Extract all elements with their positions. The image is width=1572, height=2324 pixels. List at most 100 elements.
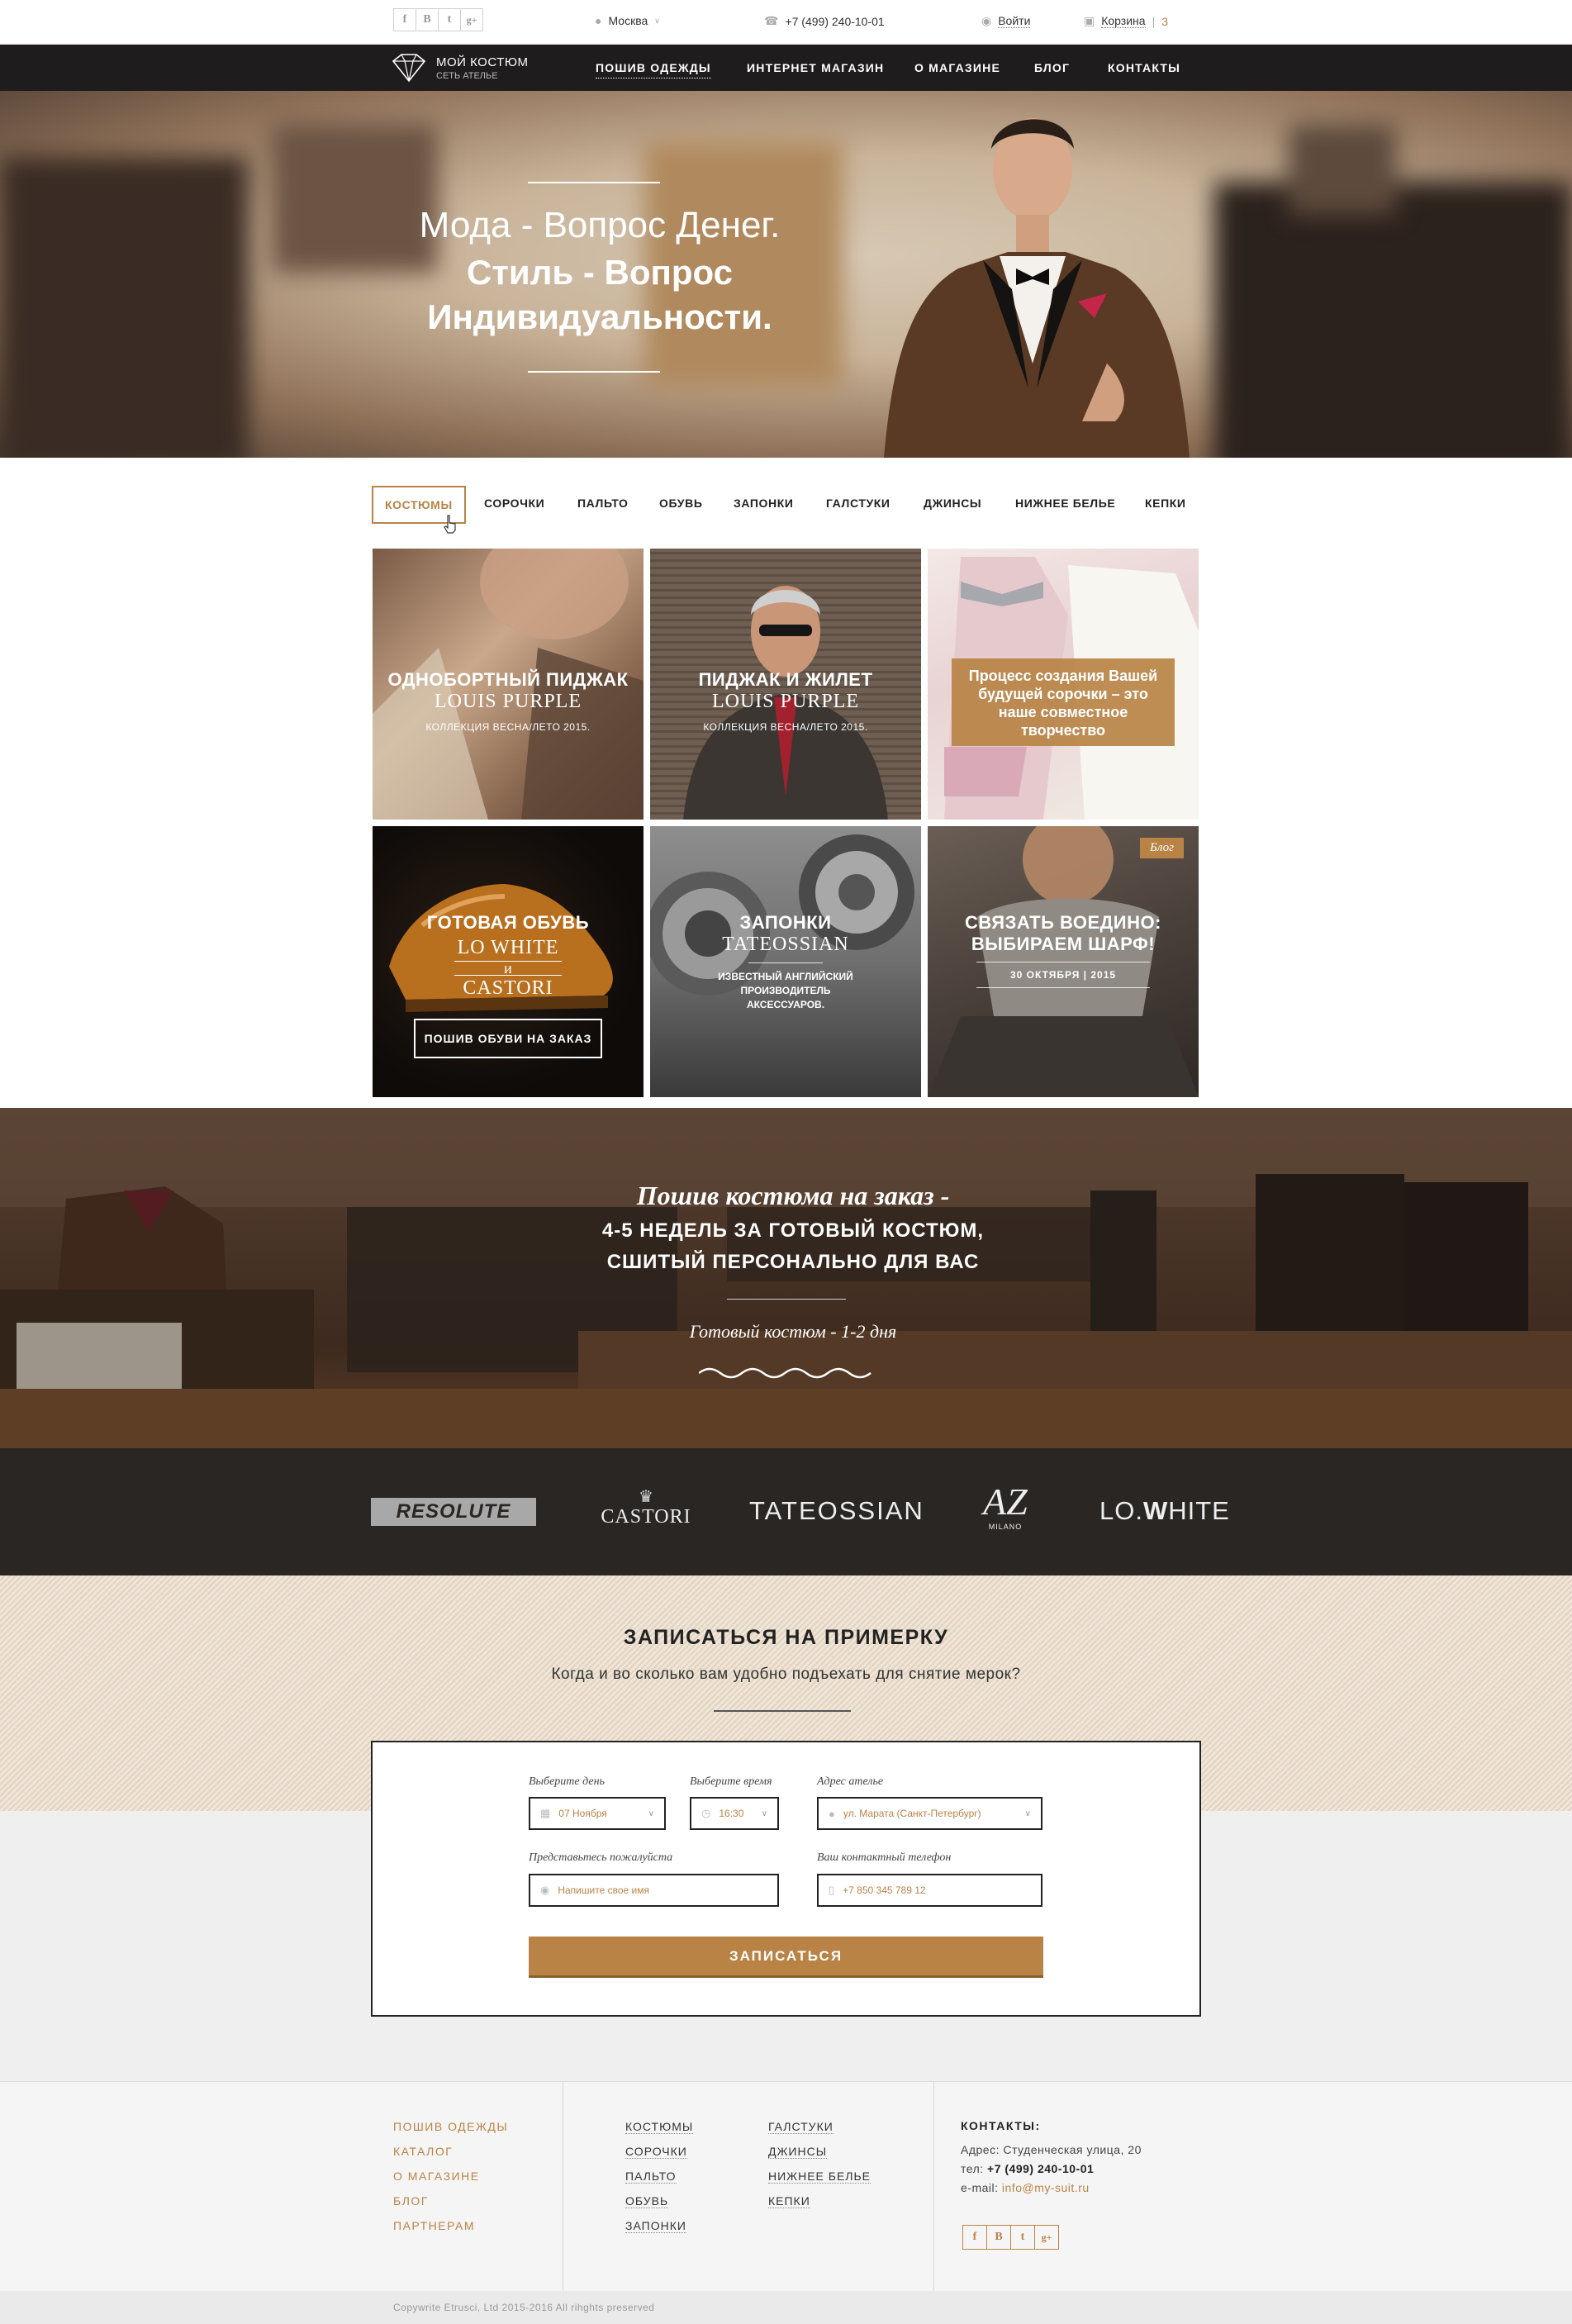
tab-cufflinks[interactable]: ЗАПОНКИ (734, 497, 794, 510)
tab-underwear[interactable]: НИЖНЕЕ БЕЛЬЕ (1015, 497, 1115, 510)
footer-link-coats-label: ПАЛЬТО (625, 2170, 677, 2184)
tile1-brand: LOUIS PURPLE (434, 691, 582, 712)
nav-item-tailoring[interactable]: ПОШИВ ОДЕЖДЫ (596, 61, 711, 78)
footer-link-catalog[interactable]: КАТАЛОГ (393, 2145, 453, 2158)
login-label: Войти (998, 14, 1031, 28)
footer-link-tailoring[interactable]: ПОШИВ ОДЕЖДЫ (393, 2120, 508, 2133)
tile-ready-shoes[interactable]: ГОТОВАЯ ОБУВЬ LO WHITE и CASTORI ПОШИВ О… (373, 826, 644, 1097)
tile3-orange-box: Процесс создания Вашей будущей сорочки –… (952, 658, 1175, 746)
footer-link-blog[interactable]: БЛОГ (393, 2194, 429, 2208)
brand-lowhite-logo[interactable]: LO.WHITE (1099, 1496, 1230, 1526)
custom-shoes-button[interactable]: ПОШИВ ОБУВИ НА ЗАКАЗ (414, 1019, 602, 1058)
showroom-line-3: СШИТЫЙ ПЕРСОНАЛЬНО ДЛЯ ВАС (606, 1251, 980, 1273)
tile5-brand: TATEOSSIAN (722, 934, 849, 955)
showroom-line-2: 4-5 НЕДЕЛЬ ЗА ГОТОВЫЙ КОСТЮМ, (601, 1219, 985, 1242)
showroom-banner: Пошив костюма на заказ - 4-5 НЕДЕЛЬ ЗА Г… (0, 1108, 1572, 1448)
showroom-line-4: Готовый костюм - 1-2 дня (689, 1321, 897, 1342)
tab-coats[interactable]: ПАЛЬТО (577, 497, 629, 510)
facebook-icon[interactable]: f (393, 8, 416, 31)
footer-link-ties[interactable]: ГАЛСТУКИ (768, 2120, 833, 2134)
mobile-phone-icon: ▯ (829, 1884, 835, 1896)
brand-milano-logo[interactable]: AZ MILANO (968, 1481, 1042, 1532)
nav-item-about[interactable]: О МАГАЗИНЕ (914, 61, 1000, 74)
tile4-brand-1: LO WHITE (457, 937, 559, 958)
address-select[interactable]: ● ул. Марата (Санкт-Петербург) ∨ (817, 1797, 1042, 1830)
castori-crown-icon: ♛ (639, 1488, 653, 1506)
vkontakte-icon[interactable]: В (416, 8, 439, 31)
cart-link[interactable]: ▣ Корзина | 3 (1084, 14, 1168, 28)
tile4-brand-2: CASTORI (463, 977, 553, 999)
showroom-line-1: Пошив костюма на заказ - (636, 1181, 950, 1210)
tile5-divider (748, 962, 823, 963)
tile6-title-1: СВЯЗАТЬ ВОЕДИНО: (965, 912, 1161, 933)
hero-bg-frame-right (1289, 124, 1396, 215)
twitter-icon[interactable]: t (438, 8, 461, 31)
tile6-divider-bottom (976, 987, 1150, 988)
site-logo[interactable]: МОЙ КОСТЮМ СЕТЬ АТЕЛЬЕ (390, 51, 529, 84)
name-input[interactable]: ◉ Напишите свое имя (529, 1874, 779, 1907)
footer-link-cufflinks-label: ЗАПОНКИ (625, 2219, 686, 2233)
hero-line-bottom (528, 371, 660, 373)
brand-castori-logo[interactable]: ♛ CASTORI (595, 1488, 697, 1528)
tile-shirt-process[interactable]: Процесс создания Вашей будущей сорочки –… (928, 549, 1199, 820)
day-select[interactable]: ▦ 07 Ноября ∨ (529, 1797, 666, 1830)
nav-item-shop[interactable]: ИНТЕРНЕТ МАГАЗИН (747, 61, 884, 74)
hero-bg-shelf-right (1214, 182, 1572, 458)
tile5-meta: ИЗВЕСТНЫЙ АНГЛИЙСКИЙ ПРОИЗВОДИТЕЛЬ АКСЕС… (650, 970, 921, 1012)
phone-input[interactable]: ▯ +7 850 345 789 12 (817, 1874, 1042, 1907)
contact-phone-label: тел: (961, 2162, 984, 2175)
tile-blog-scarf[interactable]: Блог СВЯЗАТЬ ВОЕДИНО: ВЫБИРАЕМ ШАРФ! 30 … (928, 826, 1199, 1097)
brand-tateossian-logo[interactable]: TATEOSSIAN (749, 1496, 924, 1526)
tile6-date: 30 ОКТЯБРЯ | 2015 (1009, 969, 1117, 981)
model-in-suit-image (884, 118, 1190, 458)
login-link[interactable]: ◉ Войти (981, 14, 1031, 28)
tab-ties[interactable]: ГАЛСТУКИ (826, 497, 890, 510)
footer-link-coats[interactable]: ПАЛЬТО (625, 2170, 677, 2184)
milano-wordmark: MILANO (988, 1523, 1023, 1531)
nav-item-contacts[interactable]: КОНТАКТЫ (1108, 61, 1180, 74)
city-selector[interactable]: ● Москва ∨ (595, 14, 660, 27)
phone-placeholder: +7 850 345 789 12 (843, 1884, 926, 1896)
user-icon: ◉ (981, 14, 992, 27)
tile4-title: ГОТОВАЯ ОБУВЬ (426, 912, 590, 933)
footer-link-partners[interactable]: ПАРТНЕРАМ (393, 2219, 475, 2232)
googleplus-icon[interactable]: g+ (460, 8, 483, 31)
vkontakte-icon[interactable]: В (986, 2225, 1011, 2250)
footer-link-jeans[interactable]: ДЖИНСЫ (768, 2145, 828, 2159)
footer-link-suits[interactable]: КОСТЮМЫ (625, 2120, 694, 2134)
hero-line-top (528, 182, 660, 183)
footer-link-caps[interactable]: КЕПКИ (768, 2194, 810, 2208)
footer-link-ties-label: ГАЛСТУКИ (768, 2120, 833, 2134)
footer-link-shoes[interactable]: ОБУВЬ (625, 2194, 669, 2208)
contact-address-value: Студенческая улица, 20 (1003, 2143, 1142, 2156)
diamond-logo-icon (392, 54, 426, 83)
chevron-down-icon: ∨ (654, 16, 660, 25)
googleplus-icon[interactable]: g+ (1034, 2225, 1059, 2250)
footer-link-about[interactable]: О МАГАЗИНЕ (393, 2170, 480, 2183)
tile-single-breasted-jacket[interactable]: ОДНОБОРТНЫЙ ПИДЖАК LOUIS PURPLE КОЛЛЕКЦИ… (373, 549, 644, 820)
footer-link-underwear[interactable]: НИЖНЕЕ БЕЛЬЕ (768, 2170, 871, 2184)
time-value: 16:30 (719, 1808, 744, 1819)
nav-item-blog[interactable]: БЛОГ (1034, 61, 1070, 74)
contact-email-link[interactable]: info@my-suit.ru (1002, 2181, 1090, 2194)
footer-link-shirts[interactable]: СОРОЧКИ (625, 2145, 687, 2159)
facebook-icon[interactable]: f (962, 2225, 987, 2250)
time-select[interactable]: ◷ 16:30 ∨ (690, 1797, 779, 1830)
hand-cursor-icon (444, 515, 456, 534)
brand-resolute-logo[interactable]: RESOLUTE (371, 1498, 536, 1526)
twitter-icon[interactable]: t (1010, 2225, 1035, 2250)
lowhite-part-3: HITE (1168, 1496, 1230, 1525)
tile-cufflinks[interactable]: ЗАПОНКИ TATEOSSIAN ИЗВЕСТНЫЙ АНГЛИЙСКИЙ … (650, 826, 921, 1097)
tab-shoes[interactable]: ОБУВЬ (659, 497, 703, 510)
tab-jeans[interactable]: ДЖИНСЫ (924, 497, 981, 510)
tab-caps[interactable]: КЕПКИ (1145, 497, 1186, 510)
tab-shirts[interactable]: СОРОЧКИ (484, 497, 544, 510)
footer-link-cufflinks[interactable]: ЗАПОНКИ (625, 2219, 686, 2233)
time-label: Выберите время (690, 1775, 772, 1788)
tile-jacket-and-vest[interactable]: ПИДЖАК И ЖИЛЕТ LOUIS PURPLE КОЛЛЕКЦИЯ ВЕ… (650, 549, 921, 820)
hero-line-1: Мода - Вопрос Денег. (419, 205, 781, 245)
tile1-title: ОДНОБОРТНЫЙ ПИДЖАК (387, 669, 629, 690)
submit-booking-button[interactable]: ЗАПИСАТЬСЯ (529, 1937, 1043, 1978)
cart-icon: ▣ (1084, 14, 1095, 27)
tile4-and: и (454, 961, 562, 976)
